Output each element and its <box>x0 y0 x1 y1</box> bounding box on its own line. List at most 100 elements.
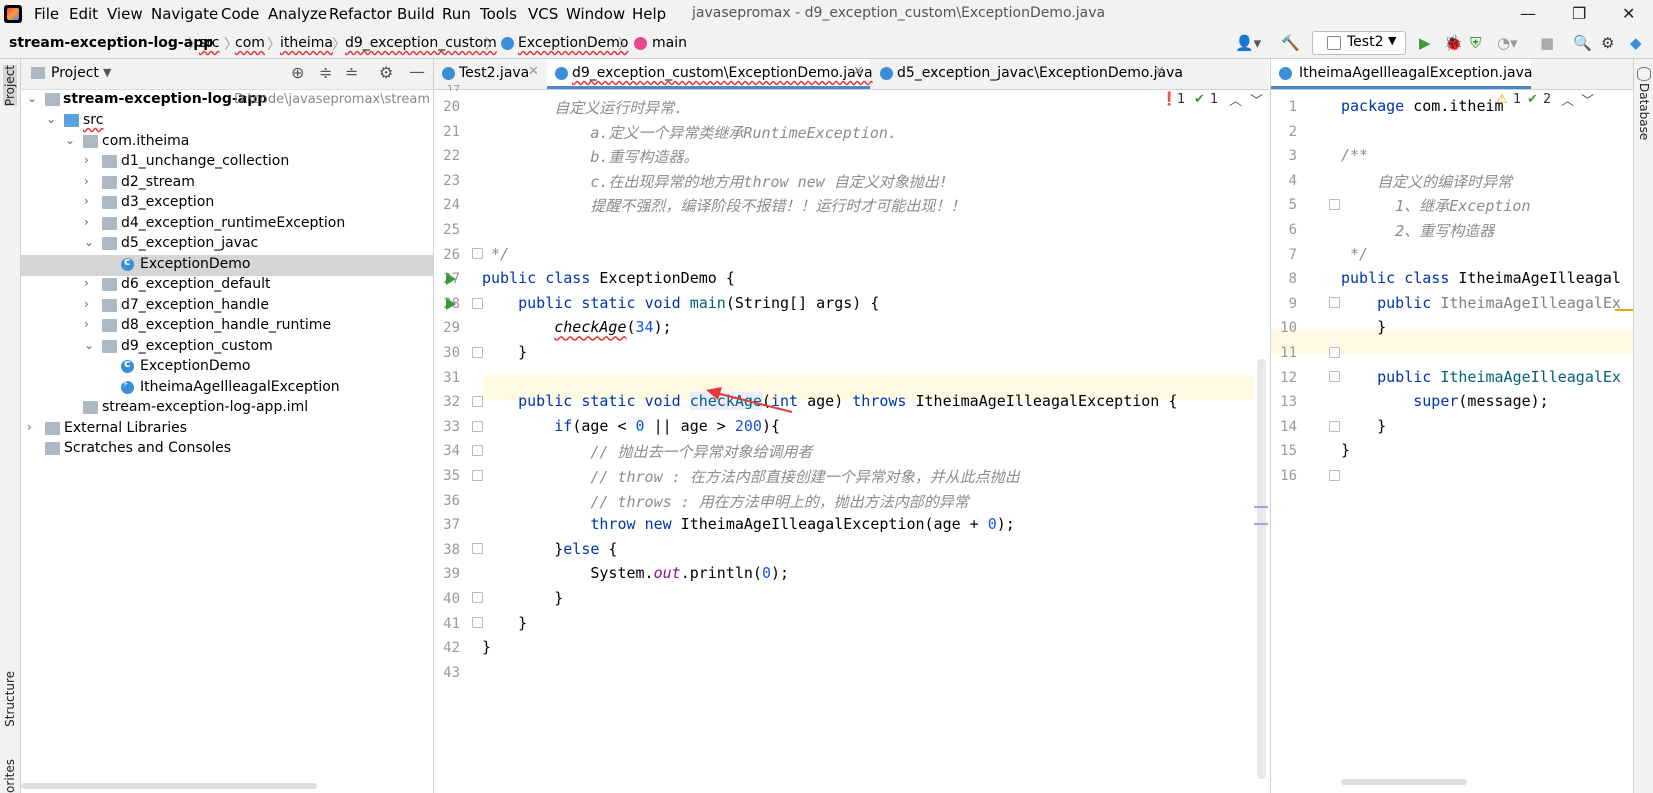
minimize-icon[interactable]: — <box>1520 4 1536 23</box>
chevron-right-icon[interactable]: › <box>84 317 96 331</box>
coverage-icon[interactable]: ⛨ <box>1470 34 1481 52</box>
code-line[interactable]: System.out.println(0); <box>482 564 789 582</box>
menu-run[interactable]: Run <box>442 5 471 23</box>
locate-icon[interactable]: ⊕ <box>291 63 304 82</box>
code-line[interactable]: } <box>1341 318 1386 336</box>
code-line[interactable]: package com.itheim <box>1341 97 1504 115</box>
tree-row[interactable]: ⌄ d9_exception_custom <box>21 337 433 358</box>
menu-edit[interactable]: Edit <box>69 5 98 23</box>
menu-code[interactable]: Code <box>221 5 259 23</box>
code-line[interactable]: 自定义的编译时异常 <box>1341 171 1512 192</box>
maximize-icon[interactable]: ❐ <box>1572 4 1586 23</box>
breadcrumb-itheima[interactable]: itheima <box>280 35 333 51</box>
project-panel-title[interactable]: Project <box>51 65 99 81</box>
fold-marker-icon[interactable] <box>1329 470 1340 481</box>
hide-panel-icon[interactable]: — <box>409 62 425 81</box>
menu-analyze[interactable]: Analyze <box>268 5 327 23</box>
code-line[interactable]: public class ExceptionDemo { <box>482 269 735 287</box>
tree-row[interactable]: ⌄ src <box>21 111 433 132</box>
code-line[interactable]: public static void checkAge(int age) thr… <box>482 392 1177 410</box>
code-line[interactable]: // 抛出去一个异常对象给调用者 <box>482 441 812 462</box>
code-line[interactable]: /** <box>1341 146 1368 164</box>
tree-row-root[interactable]: ⌄ stream-exception-log-app D:\code\javas… <box>21 90 433 111</box>
build-hammer-icon[interactable]: 🔨 <box>1281 34 1300 52</box>
fold-marker-icon[interactable] <box>472 248 483 259</box>
stop-icon[interactable]: ■ <box>1540 34 1554 52</box>
search-icon[interactable]: 🔍 <box>1573 34 1592 52</box>
profile-icon[interactable]: ◔▾ <box>1497 34 1518 52</box>
close-tab-icon[interactable]: ✕ <box>528 64 539 79</box>
fold-marker-icon[interactable] <box>472 347 483 358</box>
collapse-all-icon[interactable]: ≐ <box>345 63 358 82</box>
tree-row[interactable]: ⌄ d5_exception_javac <box>21 234 433 255</box>
menu-window[interactable]: Window <box>566 5 625 23</box>
favorites-tool-tab[interactable]: orites <box>3 759 17 793</box>
run-main-icon[interactable] <box>446 298 456 310</box>
chevron-down-icon[interactable]: ⌄ <box>65 133 77 147</box>
fold-marker-icon[interactable] <box>1329 297 1340 308</box>
chevron-down-icon[interactable]: ⌄ <box>27 91 39 105</box>
chevron-right-icon[interactable]: › <box>84 153 96 167</box>
menu-build[interactable]: Build <box>397 5 435 23</box>
chevron-down-icon[interactable]: ⌄ <box>46 112 58 126</box>
code-line[interactable]: public ItheimaAgeIlleagalEx <box>1341 368 1621 386</box>
fold-marker-icon[interactable] <box>472 592 483 603</box>
fold-marker-icon[interactable] <box>472 543 483 554</box>
tree-row[interactable]: ItheimaAgeIlleagalException <box>21 378 433 399</box>
tree-row[interactable]: › d8_exception_handle_runtime <box>21 316 433 337</box>
fold-marker-icon[interactable] <box>472 421 483 432</box>
code-line[interactable]: throw new ItheimaAgeIlleagalException(ag… <box>482 515 1015 533</box>
menu-file[interactable]: File <box>34 5 59 23</box>
chevron-right-icon[interactable]: › <box>84 215 96 229</box>
debug-icon[interactable]: 🐞 <box>1444 34 1463 52</box>
plugin-icon[interactable]: ◆ <box>1630 34 1642 52</box>
fold-marker-icon[interactable] <box>1329 371 1340 382</box>
breadcrumb-src[interactable]: src <box>199 35 219 51</box>
code-line[interactable]: 1、继承Exception <box>1341 195 1531 216</box>
menu-help[interactable]: Help <box>632 5 666 23</box>
code-line[interactable]: } <box>1341 441 1350 459</box>
chevron-right-icon[interactable]: › <box>84 297 96 311</box>
fold-marker-icon[interactable] <box>472 298 483 309</box>
code-line[interactable]: // throws : 用在方法申明上的，抛出方法内部的异常 <box>482 491 969 512</box>
horizontal-scrollbar[interactable] <box>21 783 317 789</box>
gear-icon[interactable]: ⚙ <box>379 63 393 82</box>
expand-all-icon[interactable]: ≑ <box>319 63 332 82</box>
close-tab-icon[interactable]: ✕ <box>853 64 864 79</box>
chevron-right-icon[interactable]: › <box>84 174 96 188</box>
menu-vcs[interactable]: VCS <box>528 5 558 23</box>
breadcrumb-project[interactable]: stream-exception-log-app <box>9 35 213 51</box>
breadcrumb-com[interactable]: com <box>235 35 265 51</box>
code-line[interactable]: } <box>482 614 527 632</box>
menu-tools[interactable]: Tools <box>480 5 517 23</box>
code-line[interactable]: 自定义运行时异常. <box>482 97 683 118</box>
code-line[interactable]: public ItheimaAgeIlleagalEx <box>1341 294 1621 312</box>
code-line[interactable]: } <box>482 589 563 607</box>
tree-row[interactable]: ExceptionDemo <box>21 255 433 276</box>
run-configuration-select[interactable]: Test2 ▼ <box>1312 31 1406 55</box>
code-line[interactable]: }else { <box>482 540 617 558</box>
code-line[interactable]: } <box>482 638 491 656</box>
code-line[interactable]: */ <box>482 245 509 263</box>
fold-marker-icon[interactable] <box>472 396 483 407</box>
code-line[interactable]: public class ItheimaAgeIlleagal <box>1341 269 1621 287</box>
tree-row[interactable]: › d6_exception_default <box>21 275 433 296</box>
run-class-icon[interactable] <box>446 273 456 285</box>
warning-check-icon[interactable]: ✔ <box>1194 92 1205 107</box>
fold-marker-icon[interactable] <box>472 445 483 456</box>
project-tool-tab[interactable]: Project <box>3 65 17 106</box>
breadcrumb-method[interactable]: main <box>652 35 687 51</box>
code-line[interactable]: super(message); <box>1341 392 1549 410</box>
tree-row[interactable]: › External Libraries <box>21 419 433 440</box>
menu-navigate[interactable]: Navigate <box>151 5 218 23</box>
chevron-down-icon[interactable]: ⌄ <box>84 338 96 352</box>
horizontal-scrollbar[interactable] <box>1341 779 1467 785</box>
fold-marker-icon[interactable] <box>1329 199 1340 210</box>
tree-row[interactable]: stream-exception-log-app.iml <box>21 398 433 419</box>
tree-row[interactable]: › d1_unchange_collection <box>21 152 433 173</box>
code-line[interactable]: if(age < 0 || age > 200){ <box>482 417 780 435</box>
code-line[interactable]: } <box>482 343 527 361</box>
fold-marker-icon[interactable] <box>472 617 483 628</box>
database-tool-tab[interactable]: Database <box>1637 83 1651 140</box>
chevron-right-icon[interactable]: › <box>84 194 96 208</box>
